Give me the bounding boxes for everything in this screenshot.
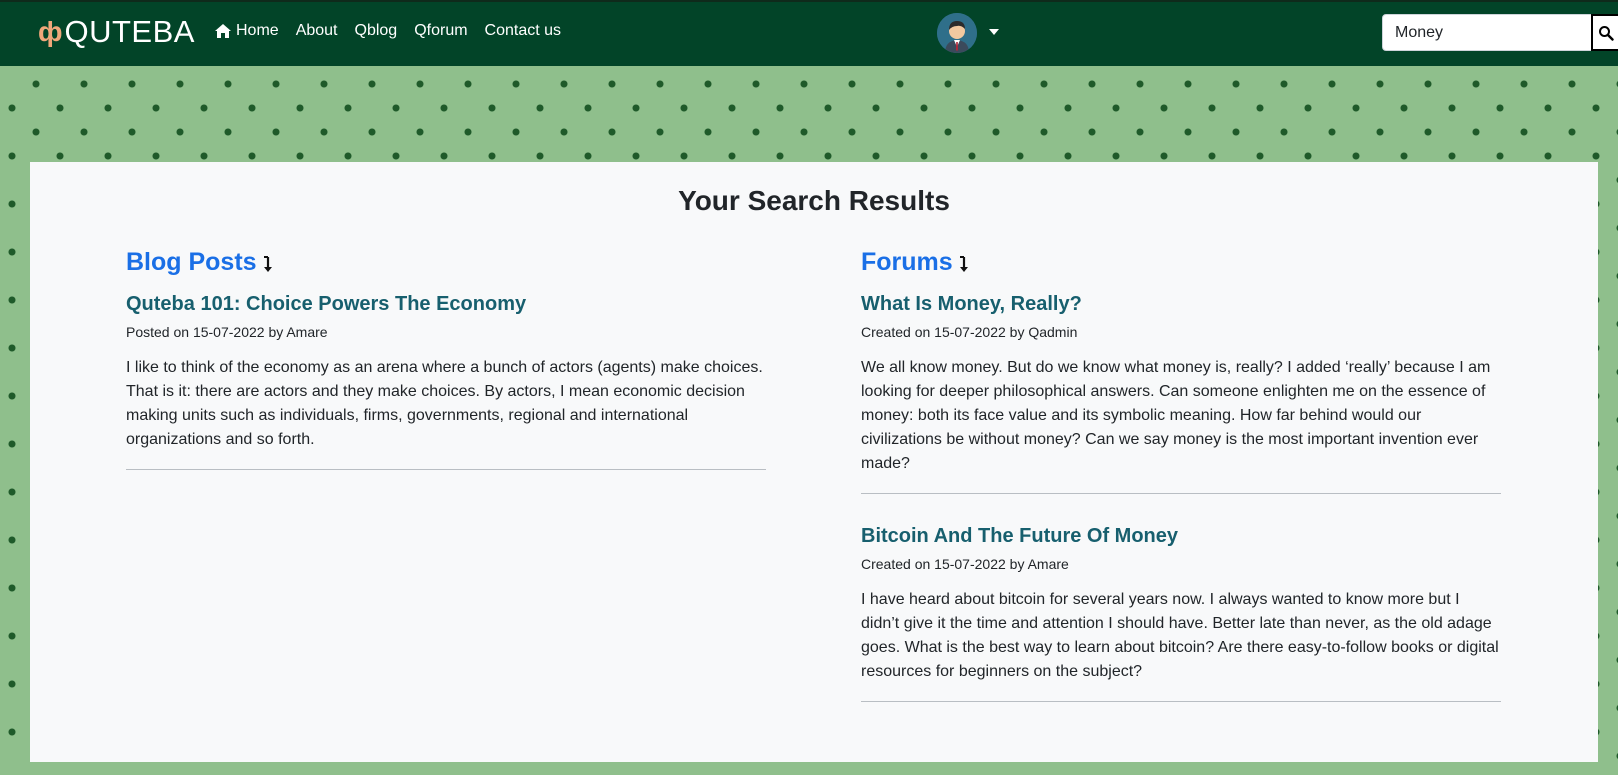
blog-posts-heading[interactable]: Blog Posts [126,245,766,279]
blog-post-excerpt: I like to think of the economy as an are… [126,359,763,448]
main-nav: Home About Qblog Qforum Contact us [214,22,578,40]
search-icon [1598,25,1614,41]
results-panel: Your Search Results Blog Posts Quteba 10… [30,162,1598,762]
arrow-down-icon [263,256,272,272]
blog-posts-column: Blog Posts Quteba 101: Choice Powers The… [126,245,766,470]
forums-heading[interactable]: Forums [861,245,1501,279]
nav-qforum[interactable]: Qforum [414,22,467,40]
search-input[interactable] [1382,14,1592,51]
nav-about[interactable]: About [296,22,338,40]
divider [126,469,766,470]
search-button[interactable] [1591,14,1618,51]
forum-excerpt: I have heard about bitcoin for several y… [861,591,1499,680]
user-avatar[interactable] [937,13,977,53]
caret-down-icon[interactable] [989,29,999,35]
divider [861,701,1501,702]
nav-contact[interactable]: Contact us [485,22,561,40]
blog-posts-heading-label: Blog Posts [126,247,257,276]
forums-column: Forums What Is Money, Really? Created on… [861,245,1501,702]
blog-post-meta: Posted on 15-07-2022 by Amare [126,324,328,340]
avatar-image [937,13,977,53]
forum-meta: Created on 15-07-2022 by Qadmin [861,324,1078,340]
divider [861,493,1501,494]
forum-title[interactable]: What Is Money, Really? [861,293,1501,316]
forums-heading-label: Forums [861,247,953,276]
forum-item: What Is Money, Really? Created on 15-07-… [861,293,1501,494]
nav-home[interactable]: Home [214,22,279,40]
blog-post-title[interactable]: Quteba 101: Choice Powers The Economy [126,293,766,316]
navbar: ф QUTEBA Home About Qblog Qforum Contact… [0,0,1618,66]
logo-icon: ф [38,16,63,47]
brand-logo[interactable]: ф QUTEBA [38,14,195,50]
brand-name: QUTEBA [64,14,195,49]
forum-title[interactable]: Bitcoin And The Future Of Money [861,525,1501,548]
nav-home-label: Home [236,22,279,39]
page-title: Your Search Results [678,185,950,216]
forum-excerpt: We all know money. But do we know what m… [861,359,1491,472]
forum-meta: Created on 15-07-2022 by Amare [861,556,1069,572]
home-icon [215,24,231,38]
blog-post-item: Quteba 101: Choice Powers The Economy Po… [126,293,766,470]
arrow-down-icon [959,256,968,272]
nav-qblog[interactable]: Qblog [355,22,398,40]
forum-item: Bitcoin And The Future Of Money Created … [861,525,1501,702]
